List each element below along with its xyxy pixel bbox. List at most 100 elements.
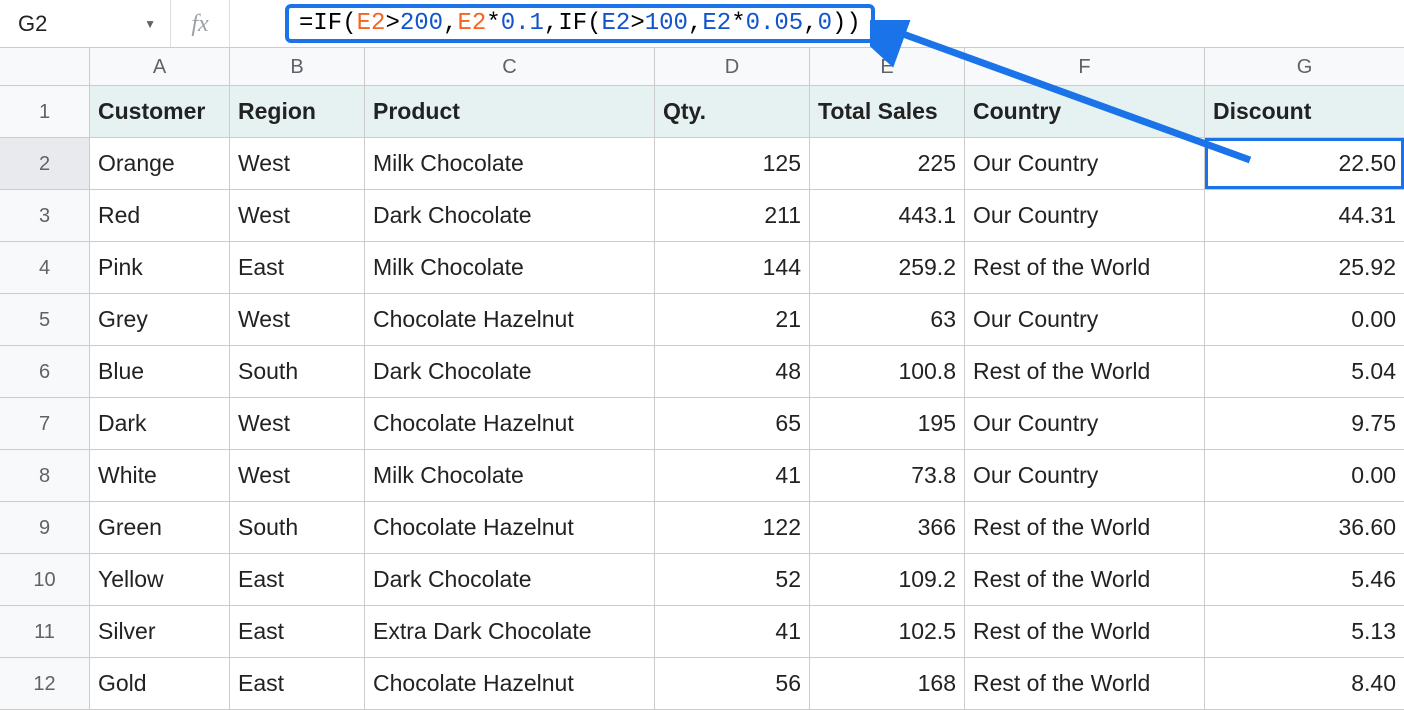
cell-C7[interactable]: Chocolate Hazelnut [365, 398, 655, 450]
row-header-7[interactable]: 7 [0, 398, 90, 450]
cell-G8[interactable]: 0.00 [1205, 450, 1404, 502]
column-header-C[interactable]: C [365, 48, 655, 86]
cell-D10[interactable]: 52 [655, 554, 810, 606]
row-header-5[interactable]: 5 [0, 294, 90, 346]
cell-C12[interactable]: Chocolate Hazelnut [365, 658, 655, 710]
cell-G12[interactable]: 8.40 [1205, 658, 1404, 710]
cell-A10[interactable]: Yellow [90, 554, 230, 606]
cell-F6[interactable]: Rest of the World [965, 346, 1205, 398]
row-header-12[interactable]: 12 [0, 658, 90, 710]
cell-G4[interactable]: 25.92 [1205, 242, 1404, 294]
cell-A6[interactable]: Blue [90, 346, 230, 398]
cell-E3[interactable]: 443.1 [810, 190, 965, 242]
cell-D6[interactable]: 48 [655, 346, 810, 398]
formula-input[interactable]: =IF(E2>200,E2*0.1,IF(E2>100,E2*0.05,0)) [285, 4, 875, 43]
cell-D3[interactable]: 211 [655, 190, 810, 242]
column-header-E[interactable]: E [810, 48, 965, 86]
cell-F9[interactable]: Rest of the World [965, 502, 1205, 554]
cell-B9[interactable]: South [230, 502, 365, 554]
cell-D8[interactable]: 41 [655, 450, 810, 502]
cell-C8[interactable]: Milk Chocolate [365, 450, 655, 502]
cell-E11[interactable]: 102.5 [810, 606, 965, 658]
cell-G2[interactable]: 22.50 [1205, 138, 1404, 190]
header-cell-B[interactable]: Region [230, 86, 365, 138]
row-header-6[interactable]: 6 [0, 346, 90, 398]
row-header-4[interactable]: 4 [0, 242, 90, 294]
cell-F5[interactable]: Our Country [965, 294, 1205, 346]
header-cell-D[interactable]: Qty. [655, 86, 810, 138]
cell-B7[interactable]: West [230, 398, 365, 450]
cell-G6[interactable]: 5.04 [1205, 346, 1404, 398]
cell-A2[interactable]: Orange [90, 138, 230, 190]
row-header-1[interactable]: 1 [0, 86, 90, 138]
cell-B10[interactable]: East [230, 554, 365, 606]
row-header-10[interactable]: 10 [0, 554, 90, 606]
name-box-dropdown-icon[interactable]: ▼ [144, 17, 156, 31]
cell-E10[interactable]: 109.2 [810, 554, 965, 606]
row-header-8[interactable]: 8 [0, 450, 90, 502]
cell-C5[interactable]: Chocolate Hazelnut [365, 294, 655, 346]
row-header-11[interactable]: 11 [0, 606, 90, 658]
cell-E8[interactable]: 73.8 [810, 450, 965, 502]
cell-F3[interactable]: Our Country [965, 190, 1205, 242]
row-header-9[interactable]: 9 [0, 502, 90, 554]
cell-D7[interactable]: 65 [655, 398, 810, 450]
header-cell-E[interactable]: Total Sales [810, 86, 965, 138]
column-header-G[interactable]: G [1205, 48, 1404, 86]
cell-D11[interactable]: 41 [655, 606, 810, 658]
cell-G7[interactable]: 9.75 [1205, 398, 1404, 450]
cell-B8[interactable]: West [230, 450, 365, 502]
cell-A9[interactable]: Green [90, 502, 230, 554]
cell-A5[interactable]: Grey [90, 294, 230, 346]
cell-B3[interactable]: West [230, 190, 365, 242]
cell-D4[interactable]: 144 [655, 242, 810, 294]
cell-F10[interactable]: Rest of the World [965, 554, 1205, 606]
cell-E6[interactable]: 100.8 [810, 346, 965, 398]
name-box[interactable]: G2 ▼ [0, 0, 170, 47]
row-header-2[interactable]: 2 [0, 138, 90, 190]
cell-G10[interactable]: 5.46 [1205, 554, 1404, 606]
cell-A7[interactable]: Dark [90, 398, 230, 450]
cell-B2[interactable]: West [230, 138, 365, 190]
cell-F2[interactable]: Our Country [965, 138, 1205, 190]
cell-G9[interactable]: 36.60 [1205, 502, 1404, 554]
cell-F8[interactable]: Our Country [965, 450, 1205, 502]
cell-C9[interactable]: Chocolate Hazelnut [365, 502, 655, 554]
cell-F11[interactable]: Rest of the World [965, 606, 1205, 658]
column-header-A[interactable]: A [90, 48, 230, 86]
cell-D5[interactable]: 21 [655, 294, 810, 346]
column-header-D[interactable]: D [655, 48, 810, 86]
cell-A8[interactable]: White [90, 450, 230, 502]
cell-E9[interactable]: 366 [810, 502, 965, 554]
column-header-F[interactable]: F [965, 48, 1205, 86]
cell-C11[interactable]: Extra Dark Chocolate [365, 606, 655, 658]
cell-E2[interactable]: 225 [810, 138, 965, 190]
cell-D12[interactable]: 56 [655, 658, 810, 710]
cell-A3[interactable]: Red [90, 190, 230, 242]
cell-G11[interactable]: 5.13 [1205, 606, 1404, 658]
cell-B4[interactable]: East [230, 242, 365, 294]
cell-E5[interactable]: 63 [810, 294, 965, 346]
cell-E12[interactable]: 168 [810, 658, 965, 710]
cell-F4[interactable]: Rest of the World [965, 242, 1205, 294]
cell-C6[interactable]: Dark Chocolate [365, 346, 655, 398]
cell-C10[interactable]: Dark Chocolate [365, 554, 655, 606]
cell-F12[interactable]: Rest of the World [965, 658, 1205, 710]
cell-B5[interactable]: West [230, 294, 365, 346]
cell-B12[interactable]: East [230, 658, 365, 710]
spreadsheet-grid[interactable]: ABCDEFG1CustomerRegionProductQty.Total S… [0, 48, 1404, 710]
header-cell-F[interactable]: Country [965, 86, 1205, 138]
cell-F7[interactable]: Our Country [965, 398, 1205, 450]
cell-E7[interactable]: 195 [810, 398, 965, 450]
cell-A4[interactable]: Pink [90, 242, 230, 294]
header-cell-G[interactable]: Discount [1205, 86, 1404, 138]
cell-B11[interactable]: East [230, 606, 365, 658]
cell-G3[interactable]: 44.31 [1205, 190, 1404, 242]
cell-G5[interactable]: 0.00 [1205, 294, 1404, 346]
cell-A12[interactable]: Gold [90, 658, 230, 710]
cell-C2[interactable]: Milk Chocolate [365, 138, 655, 190]
column-header-B[interactable]: B [230, 48, 365, 86]
cell-A11[interactable]: Silver [90, 606, 230, 658]
cell-D9[interactable]: 122 [655, 502, 810, 554]
select-all-corner[interactable] [0, 48, 90, 86]
